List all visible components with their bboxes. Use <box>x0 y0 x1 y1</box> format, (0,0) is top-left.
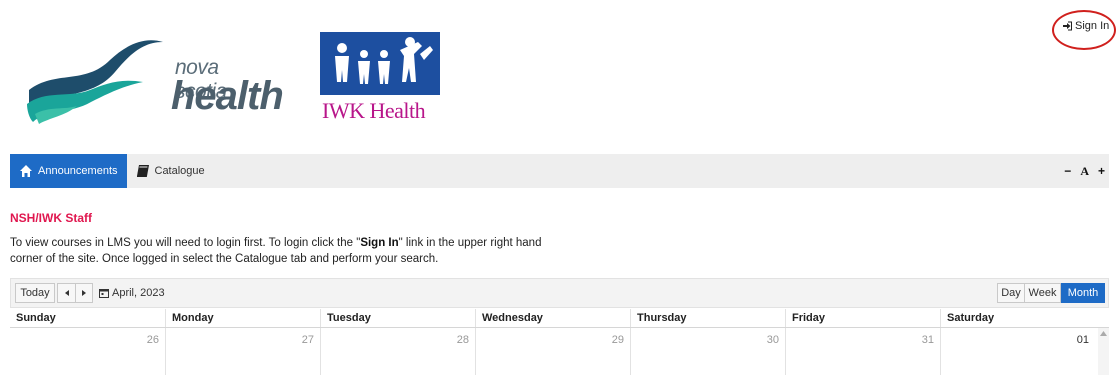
tab-catalogue[interactable]: Catalogue <box>127 154 214 188</box>
weekday-thursday: Thursday <box>630 309 785 327</box>
decrease-font-button[interactable]: − <box>1064 164 1071 178</box>
calendar-toolbar: Today April, 2023 Day Week Month <box>10 278 1109 308</box>
calendar-day-cell[interactable]: 30 <box>630 328 785 375</box>
calendar-day-cell[interactable]: 31 <box>785 328 940 375</box>
scroll-up-icon <box>1100 331 1107 336</box>
weekday-monday: Monday <box>165 309 320 327</box>
calendar-icon <box>99 289 109 298</box>
intro-paragraph: To view courses in LMS you will need to … <box>10 235 570 267</box>
increase-font-button[interactable]: + <box>1098 164 1105 178</box>
iwk-health-logo: IWK Health <box>315 32 445 127</box>
nsh-logo-line2: health <box>171 74 284 118</box>
calendar-day-cell[interactable]: 28 <box>320 328 475 375</box>
book-icon <box>136 165 149 177</box>
tab-catalogue-label: Catalogue <box>154 165 205 177</box>
current-month[interactable]: April, 2023 <box>99 287 165 299</box>
calendar-weekday-header: Sunday Monday Tuesday Wednesday Thursday… <box>10 309 1109 328</box>
iwk-figures-mark <box>320 32 440 95</box>
intro-text-before: To view courses in LMS you will need to … <box>10 237 361 249</box>
font-size-label: A <box>1080 163 1089 178</box>
main-nav: Announcements Catalogue − A + <box>10 154 1109 188</box>
view-week-button[interactable]: Week <box>1025 283 1061 303</box>
weekday-sunday: Sunday <box>16 312 56 324</box>
weekday-wednesday: Wednesday <box>475 309 630 327</box>
prev-month-button[interactable] <box>57 283 75 303</box>
calendar-week-row: 26 27 28 29 30 31 01 <box>10 328 1109 375</box>
calendar-day-cell[interactable]: 01 <box>940 328 1095 375</box>
caret-left-icon <box>64 290 69 296</box>
calendar-scrollbar[interactable] <box>1098 328 1109 375</box>
calendar-day-cell[interactable]: 27 <box>165 328 320 375</box>
home-icon <box>20 165 32 177</box>
weekday-friday: Friday <box>785 309 940 327</box>
today-button[interactable]: Today <box>15 283 55 303</box>
nsh-wave-mark <box>27 40 163 124</box>
page-title: NSH/IWK Staff <box>10 211 92 225</box>
tab-announcements-label: Announcements <box>38 165 118 177</box>
font-size-controls: − A + <box>1064 154 1105 188</box>
weekday-saturday: Saturday <box>940 309 1095 327</box>
nova-scotia-health-logo: nova scotia health <box>25 30 284 125</box>
sign-in-icon <box>1063 21 1072 31</box>
caret-right-icon <box>82 290 86 296</box>
current-month-label: April, 2023 <box>112 287 165 299</box>
calendar-day-cell[interactable]: 29 <box>475 328 630 375</box>
sign-in-label: Sign In <box>1075 20 1110 32</box>
tab-announcements[interactable]: Announcements <box>10 154 127 188</box>
view-day-button[interactable]: Day <box>997 283 1025 303</box>
view-month-button[interactable]: Month <box>1061 283 1105 303</box>
page: Sign In nova scotia health IWK Health An… <box>0 0 1119 375</box>
next-month-button[interactable] <box>75 283 93 303</box>
sign-in-link[interactable]: Sign In <box>1062 20 1109 32</box>
calendar-day-cell[interactable]: 26 <box>10 328 165 375</box>
iwk-logo-text: IWK Health <box>322 98 426 123</box>
intro-text-bold: Sign In <box>360 237 399 249</box>
weekday-tuesday: Tuesday <box>320 309 475 327</box>
